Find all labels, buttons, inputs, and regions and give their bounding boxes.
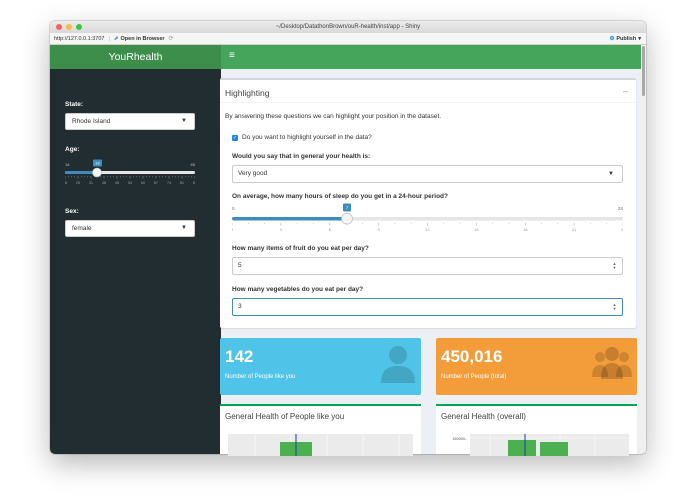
highlighting-box: Highlighting – By answering these questi… [220,78,636,328]
publish-button[interactable]: ❂ Publish ▾ [610,33,641,45]
slider-tick-label: 25 [76,181,80,185]
close-window-button[interactable] [56,24,62,30]
health-select-value: Very good [238,170,268,177]
veg-question-label: How many vegetables do you eat per day? [232,286,364,293]
slider-tick-label: 21 [572,227,577,232]
sleep-tick-labels: 0 3 6 9 12 15 18 21 24 [232,223,623,232]
age-slider-handle[interactable] [92,167,102,178]
veg-input-value: 3 [238,303,242,310]
health-overall-plot [470,434,629,456]
axis-tick-label: 150000- [452,436,467,441]
collapse-button[interactable]: – [623,86,628,96]
sleep-question-label: On average, how many hours of sleep do y… [232,193,448,200]
refresh-icon[interactable]: ⟳ [169,35,174,42]
checkbox-checked-icon[interactable]: ✓ [232,134,238,141]
people-like-you-box: 142 Number of People like you [220,338,421,395]
slider-tick-label: 38 [102,181,106,185]
box-title: Highlighting [225,88,270,98]
people-like-you-label: Number of People like you [225,374,296,380]
highlight-checkbox-row[interactable]: ✓ Do you want to highlight yourself in t… [232,134,372,141]
sleep-slider-fill [232,217,347,221]
viewer-toolbar: http://127.0.0.1:3707 | ⬈ Open in Browse… [50,33,646,45]
minimize-window-button[interactable] [66,24,72,30]
scrollbar-thumb[interactable] [642,46,645,96]
slider-tick-label: 12 [425,227,430,232]
total-people-box: 450,016 Number of People (total) [436,338,637,395]
plot-bar [508,440,536,456]
slider-tick-label: 53 [128,181,132,185]
fruit-input[interactable]: 5 ▲ ▼ [232,257,623,275]
sidebar-toggle-icon[interactable]: ≡ [229,51,235,61]
checkbox-label: Do you want to highlight yourself in the… [242,134,372,141]
main-header: ≡ [221,45,641,69]
age-label: Age: [65,146,80,153]
age-tick-labels: 18 25 31 38 45 53 60 67 74 81 85 [65,176,195,185]
users-icon [592,347,632,379]
health-select[interactable]: Very good ▼ [232,165,623,183]
open-browser-icon: ⬈ [113,35,119,42]
state-select[interactable]: Rhode Island ▼ [65,113,195,130]
sex-select[interactable]: female ▼ [65,220,195,237]
state-select-value: Rhode Island [72,118,111,125]
slider-tick-label: 18 [523,227,528,232]
total-people-label: Number of People (total) [441,374,507,380]
slider-tick-label: 6 [329,227,332,232]
fruit-input-value: 5 [238,262,242,269]
chevron-down-icon: ▼ [181,225,187,231]
user-icon [381,346,415,383]
page-scrollbar[interactable] [641,45,646,454]
window-title: ~/Desktop/DatathonBrown/ouR-health/inst/… [275,24,421,30]
slider-tick-label: 85 [193,181,195,185]
slider-tick-label: 45 [115,181,119,185]
age-max-label: 85 [191,162,195,167]
total-people-count: 450,016 [441,347,503,366]
slider-tick-label: 67 [154,181,158,185]
number-spinner-icon[interactable]: ▲ ▼ [612,303,617,311]
panel-title: General Health (overall) [441,412,526,421]
plot-bar [540,442,568,456]
sidebar: State: Rhode Island ▼ Age: 18 85 33 18 25… [50,69,221,454]
age-slider[interactable]: 18 85 33 18 25 31 38 45 53 60 67 74 81 85 [65,157,195,187]
slider-tick-label: 0 [232,227,234,232]
slider-tick-label: 24 [621,227,623,232]
zoom-window-button[interactable] [76,24,82,30]
slider-tick-label: 18 [65,181,67,185]
sex-label: Sex: [65,208,79,215]
slider-tick-label: 15 [474,227,479,232]
sex-select-value: female [72,225,92,232]
slider-tick-label: 74 [167,181,171,185]
slider-tick-label: 3 [280,227,283,232]
chevron-down-icon: ▼ [608,171,614,177]
window-controls [56,24,82,30]
panel-title: General Health of People like you [225,412,345,421]
slider-tick-label: 31 [89,181,93,185]
health-like-you-panel: General Health of People like you [220,404,421,456]
sleep-slider-handle[interactable] [341,212,353,225]
sleep-min-label: 0 [232,206,235,211]
open-in-browser-button[interactable]: ⬈ Open in Browser [114,36,165,42]
sleep-slider[interactable]: 0 24 7 03691215182124 [232,203,623,233]
app-logo[interactable]: YouRhealth [50,45,221,69]
state-label: State: [65,101,84,108]
window-titlebar: ~/Desktop/DatathonBrown/ouR-health/inst/… [50,21,646,33]
people-like-you-count: 142 [225,347,254,366]
veg-input[interactable]: 3 ▲ ▼ [232,298,623,316]
slider-tick-label: 60 [141,181,145,185]
slider-tick-label: 9 [378,227,381,232]
publish-icon: ❂ [609,36,615,42]
number-spinner-icon[interactable]: ▲ ▼ [612,262,617,270]
age-value-label: 33 [95,161,100,166]
health-question-label: Would you say that in general your healt… [232,153,371,160]
age-min-label: 18 [65,162,70,167]
intro-text: By answering these questions we can high… [225,113,442,120]
age-slider-fill [65,171,97,174]
chevron-down-icon: ▾ [638,36,641,42]
fruit-question-label: How many items of fruit do you eat per d… [232,245,369,252]
app-url[interactable]: http://127.0.0.1:3707 [54,36,104,42]
chevron-down-icon: ▼ [181,118,187,124]
slider-tick-label: 81 [180,181,184,185]
sleep-max-label: 24 [618,206,623,211]
health-like-you-plot [228,434,413,456]
health-overall-panel: General Health (overall) 150000- [436,404,637,456]
